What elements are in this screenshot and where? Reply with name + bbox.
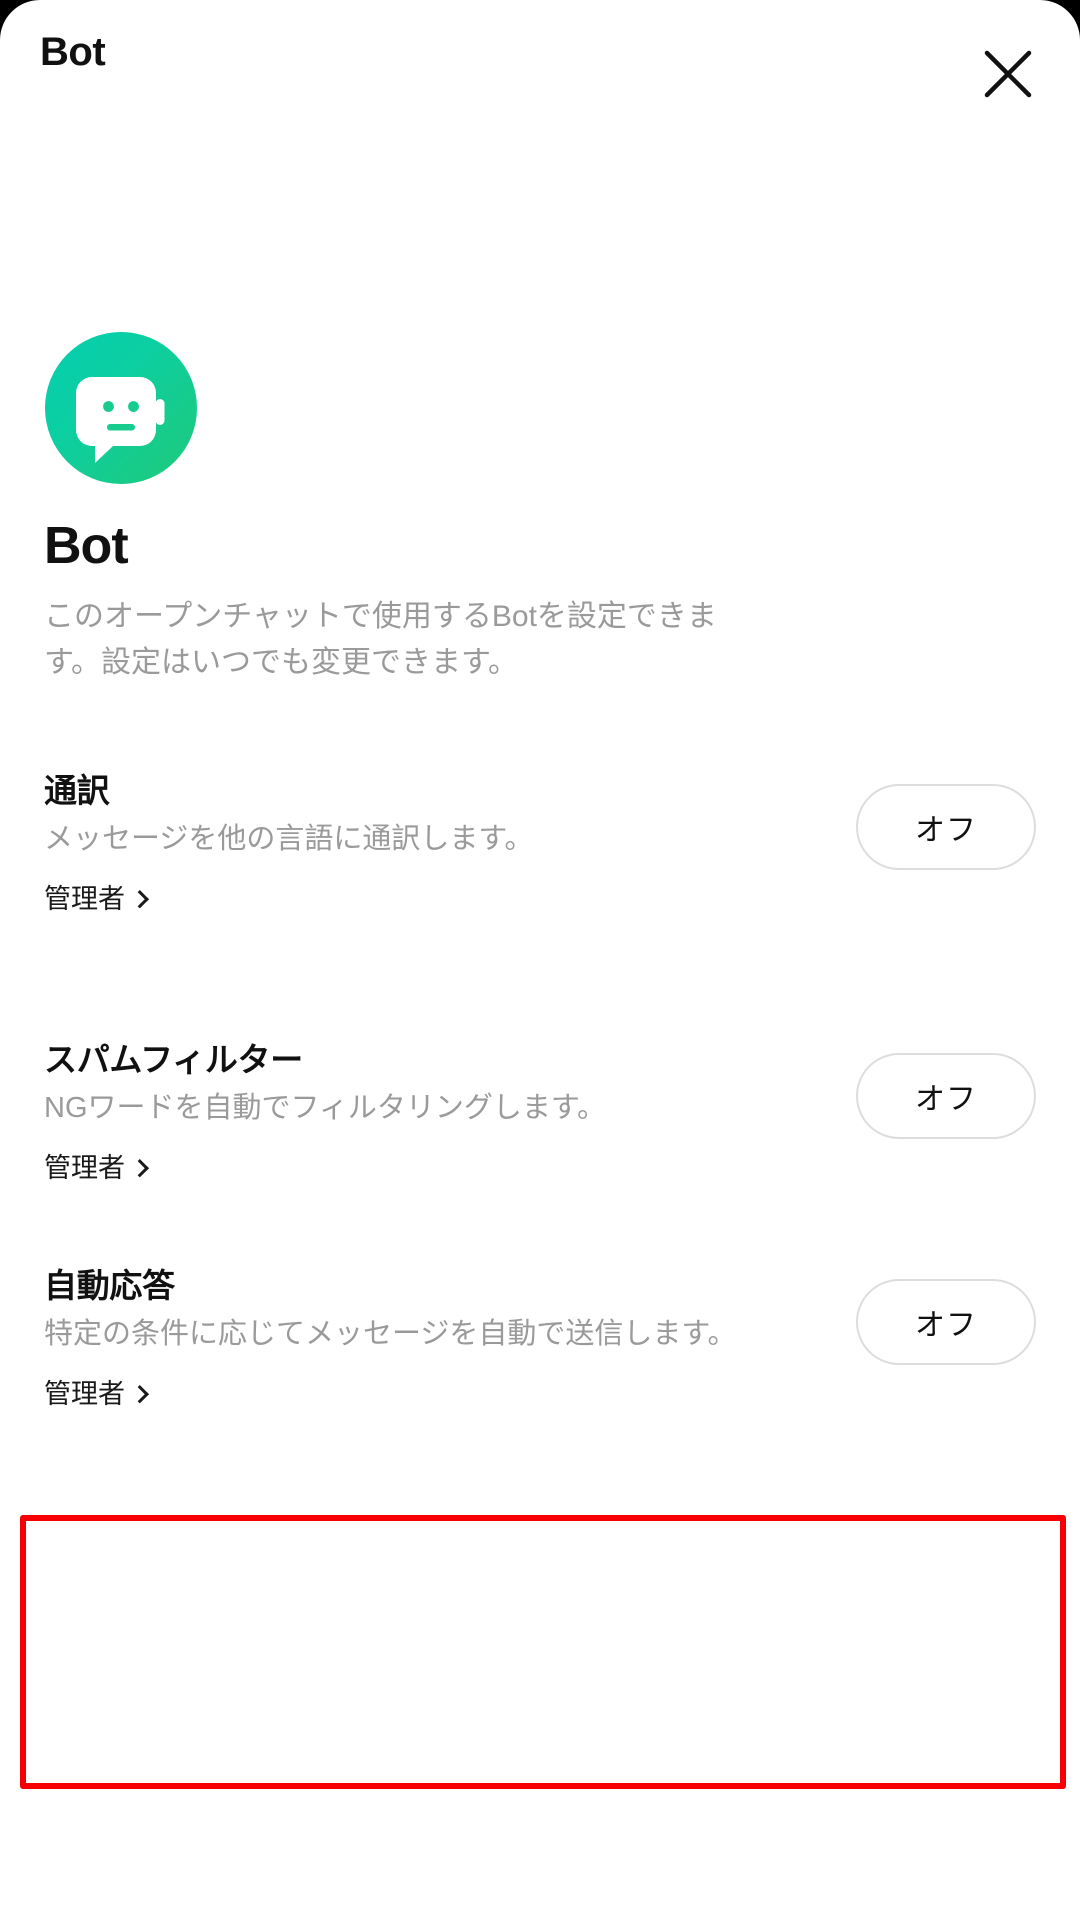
- admin-link-label: 管理者: [44, 1378, 125, 1409]
- page-title: Bot: [44, 517, 129, 575]
- chevron-right-icon: [130, 1159, 149, 1178]
- feature-text: スパムフィルター NGワードを自動でフィルタリングします。 管理者: [44, 1039, 744, 1184]
- toggle-pill-auto-reply[interactable]: オフ: [856, 1279, 1036, 1365]
- sheet-header: Bot: [0, 0, 1080, 140]
- feature-title: スパムフィルター: [44, 1041, 303, 1078]
- feature-description: メッセージを他の言語に通訳します。: [44, 823, 534, 856]
- feature-text: 通訳 メッセージを他の言語に通訳します。 管理者: [44, 770, 744, 915]
- bot-settings-sheet: Bot Bot このオープンチャットで使用するBotを設定できます。設定はいつで…: [0, 0, 1080, 1929]
- close-button[interactable]: [962, 28, 1054, 120]
- admin-link-label: 管理者: [44, 883, 125, 914]
- close-icon: [980, 46, 1036, 102]
- admin-link[interactable]: 管理者: [44, 883, 149, 915]
- feature-title: 通訳: [44, 772, 110, 809]
- page-description: このオープンチャットで使用するBotを設定できます。設定はいつでも変更できます。: [44, 600, 717, 679]
- admin-link[interactable]: 管理者: [44, 1378, 149, 1410]
- highlight-annotation-auto-reply: [20, 1515, 1066, 1789]
- feature-description: NGワードを自動でフィルタリングします。: [44, 1092, 607, 1125]
- feature-description: 特定の条件に応じてメッセージを自動で送信します。: [44, 1318, 737, 1351]
- feature-title: 自動応答: [44, 1267, 175, 1304]
- chevron-right-icon: [130, 890, 149, 909]
- feature-row-translate[interactable]: 通訳 メッセージを他の言語に通訳します。 管理者 オフ: [0, 770, 1080, 915]
- toggle-pill-translate[interactable]: オフ: [856, 784, 1036, 870]
- bot-avatar: [45, 332, 197, 484]
- admin-link-label: 管理者: [44, 1152, 125, 1183]
- feature-text: 自動応答 特定の条件に応じてメッセージを自動で送信します。 管理者: [44, 1265, 744, 1410]
- screen: Bot Bot このオープンチャットで使用するBotを設定できます。設定はいつで…: [0, 0, 1080, 1929]
- header-title: Bot: [40, 30, 106, 74]
- admin-link[interactable]: 管理者: [44, 1152, 149, 1184]
- toggle-pill-spam-filter[interactable]: オフ: [856, 1053, 1036, 1139]
- feature-row-auto-reply[interactable]: 自動応答 特定の条件に応じてメッセージを自動で送信します。 管理者 オフ: [0, 1265, 1080, 1410]
- feature-row-spam-filter[interactable]: スパムフィルター NGワードを自動でフィルタリングします。 管理者 オフ: [0, 1039, 1080, 1184]
- chevron-right-icon: [130, 1385, 149, 1404]
